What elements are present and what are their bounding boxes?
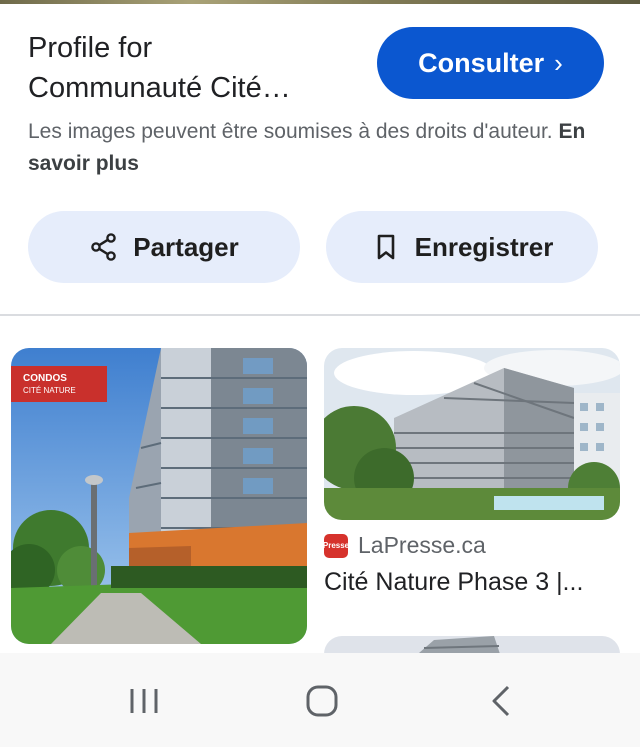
overlay-line-1: CONDOS xyxy=(23,373,67,384)
section-divider xyxy=(0,314,640,316)
profile-panel: Profile for Communauté Cité… Consulter ›… xyxy=(0,4,640,316)
share-button[interactable]: Partager xyxy=(28,211,300,283)
result-source[interactable]: Presse LaPresse.ca xyxy=(323,532,486,559)
recents-icon xyxy=(130,689,158,713)
share-label: Partager xyxy=(133,231,239,262)
lapresse-icon: Presse xyxy=(323,533,349,558)
result-title[interactable]: Cité Nature Phase 3 |... xyxy=(324,568,624,597)
back-icon xyxy=(492,685,510,717)
home-button[interactable] xyxy=(292,673,352,729)
page-title: Profile for Communauté Cité… xyxy=(28,28,348,108)
android-nav-bar xyxy=(0,653,640,747)
consult-button[interactable]: Consulter › xyxy=(377,27,604,99)
consult-button-label: Consulter xyxy=(418,47,545,78)
title-line-1: Profile for xyxy=(28,32,153,64)
recents-button[interactable] xyxy=(114,673,174,729)
save-label: Enregistrer xyxy=(414,231,554,262)
chevron-right-icon: › xyxy=(554,48,563,78)
title-line-2: Communauté Cité… xyxy=(28,72,291,104)
result-image-condos[interactable]: CONDOS CITÉ NATURE xyxy=(11,348,307,644)
source-name: LaPresse.ca xyxy=(358,532,486,558)
notice-text: Les images peuvent être soumises à des d… xyxy=(28,120,553,143)
copyright-notice: Les images peuvent être soumises à des d… xyxy=(28,116,588,180)
save-button[interactable]: Enregistrer xyxy=(326,211,598,283)
apartment-complex-photo xyxy=(324,348,620,520)
overlay-line-2: CITÉ NATURE xyxy=(23,386,76,395)
result-image-lapresse[interactable] xyxy=(324,348,620,520)
bookmark-icon xyxy=(377,234,394,260)
condo-building-photo: CONDOS CITÉ NATURE xyxy=(11,348,307,644)
home-icon xyxy=(306,685,338,717)
share-icon xyxy=(91,233,117,261)
back-button[interactable] xyxy=(472,673,532,729)
